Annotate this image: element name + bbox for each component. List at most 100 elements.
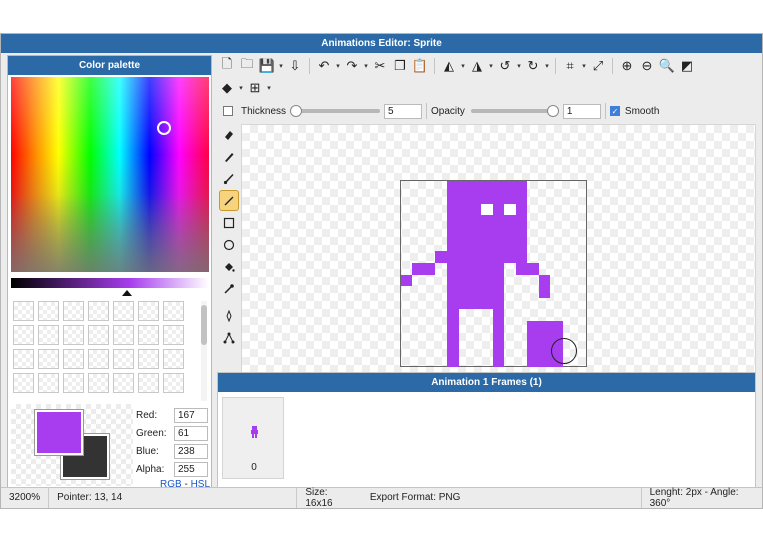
opacity-field[interactable]: 1 — [562, 103, 601, 119]
crop-dropdown-icon[interactable]: ▾ — [580, 62, 588, 70]
swatch[interactable] — [138, 325, 159, 345]
rotate-cw-dropdown-icon[interactable]: ▾ — [543, 62, 551, 70]
swatch[interactable] — [88, 373, 109, 393]
move-pivot-icon[interactable] — [219, 305, 239, 326]
blue-field[interactable]: 238 — [174, 443, 208, 459]
crop-icon[interactable]: ⌗ — [560, 56, 580, 76]
redo-dropdown-icon[interactable]: ▾ — [362, 62, 370, 70]
swatch[interactable] — [63, 373, 84, 393]
swatch[interactable] — [163, 373, 184, 393]
copy-icon[interactable]: ❐ — [390, 56, 410, 76]
swatch[interactable] — [163, 349, 184, 369]
rotate-ccw-dropdown-icon[interactable]: ▾ — [515, 62, 523, 70]
swatch[interactable] — [138, 349, 159, 369]
thickness-checkbox[interactable] — [223, 106, 233, 116]
swatch[interactable] — [38, 373, 59, 393]
eyedropper-icon[interactable] — [219, 278, 239, 299]
frames-title: Animation 1 Frames (1) — [218, 373, 755, 392]
save-icon[interactable]: 💾 — [257, 56, 277, 76]
pencil-icon[interactable] — [219, 146, 239, 167]
options-separator — [426, 103, 428, 119]
flip-horizontal-icon[interactable]: ◭ — [439, 56, 459, 76]
window-title: Animations Editor: Sprite — [1, 34, 762, 53]
luminance-slider[interactable] — [11, 278, 209, 288]
thickness-field[interactable]: 5 — [384, 103, 423, 119]
resize-icon[interactable]: ⤢ — [588, 56, 608, 76]
swatch[interactable] — [113, 349, 134, 369]
cut-icon[interactable]: ✂ — [370, 56, 390, 76]
main-toolbar: 🗋 🗀 💾 ▾ ⇩ ↶ ▾ ↷ ▾ ✂ ❐ 📋 ◭ ▾ ◮ ▾ ↺ ▾ ↻ ▾ … — [217, 55, 757, 99]
flip-vertical-dropdown-icon[interactable]: ▾ — [487, 62, 495, 70]
green-field[interactable]: 61 — [174, 425, 208, 441]
swatch[interactable] — [63, 325, 84, 345]
alpha-field[interactable]: 255 — [174, 461, 208, 477]
swatch[interactable] — [88, 349, 109, 369]
undo-icon[interactable]: ↶ — [314, 56, 334, 76]
sprite-canvas[interactable] — [400, 180, 587, 367]
drawing-canvas[interactable] — [241, 124, 756, 386]
luminance-slider-handle[interactable] — [122, 290, 132, 296]
line-tool-icon[interactable] — [219, 190, 239, 211]
animations-editor-window: Animations Editor: Sprite Color palette … — [0, 33, 763, 509]
swatch[interactable] — [13, 349, 34, 369]
flip-horizontal-dropdown-icon[interactable]: ▾ — [459, 62, 467, 70]
zoom-fit-icon[interactable]: 🔍 — [657, 56, 677, 76]
layers-icon[interactable]: ◆ — [217, 78, 237, 98]
swatch[interactable] — [138, 373, 159, 393]
zoom-in-icon[interactable]: ⊕ — [617, 56, 637, 76]
zoom-out-icon[interactable]: ⊖ — [637, 56, 657, 76]
swatch[interactable] — [113, 301, 134, 321]
redo-icon[interactable]: ↷ — [342, 56, 362, 76]
brush-icon[interactable] — [219, 168, 239, 189]
new-file-icon[interactable]: 🗋 — [217, 56, 237, 76]
swatch[interactable] — [63, 349, 84, 369]
opacity-slider[interactable] — [470, 105, 559, 117]
ellipse-icon[interactable] — [219, 234, 239, 255]
grid-dropdown-icon[interactable]: ▾ — [265, 84, 273, 92]
swatch[interactable] — [163, 325, 184, 345]
swatch-scrollbar-thumb[interactable] — [201, 305, 207, 345]
undo-dropdown-icon[interactable]: ▾ — [334, 62, 342, 70]
frame-number: 0 — [251, 462, 257, 473]
invert-icon[interactable]: ◩ — [677, 56, 697, 76]
smooth-checkbox[interactable]: ✓ — [609, 106, 620, 116]
opacity-slider-knob[interactable] — [546, 105, 559, 117]
swatch[interactable] — [88, 325, 109, 345]
foreground-color-swatch[interactable] — [34, 409, 84, 456]
swatch[interactable] — [88, 301, 109, 321]
swatch[interactable] — [113, 373, 134, 393]
frame-preview-sprite — [251, 426, 258, 438]
frame-thumbnail[interactable]: 0 — [222, 397, 284, 479]
swatch[interactable] — [38, 349, 59, 369]
swatch[interactable] — [38, 301, 59, 321]
swatch-scrollbar[interactable] — [201, 301, 207, 401]
eraser-icon[interactable] — [219, 124, 239, 145]
red-field[interactable]: 167 — [174, 407, 208, 423]
fill-bucket-icon[interactable] — [219, 256, 239, 277]
sprite-eye-right — [504, 204, 516, 215]
swatch[interactable] — [13, 325, 34, 345]
swatch[interactable] — [13, 373, 34, 393]
swatch[interactable] — [113, 325, 134, 345]
thickness-slider-knob[interactable] — [290, 105, 303, 117]
export-icon[interactable]: ⇩ — [285, 56, 305, 76]
grid-icon[interactable]: ⊞ — [245, 78, 265, 98]
color-picker-ring[interactable] — [157, 121, 171, 135]
open-folder-icon[interactable]: 🗀 — [237, 56, 257, 76]
brush-cursor — [551, 338, 577, 364]
swatch[interactable] — [163, 301, 184, 321]
save-dropdown-icon[interactable]: ▾ — [277, 62, 285, 70]
layers-dropdown-icon[interactable]: ▾ — [237, 84, 245, 92]
color-spectrum[interactable] — [11, 77, 209, 272]
thickness-slider[interactable] — [290, 105, 381, 117]
swatch[interactable] — [138, 301, 159, 321]
swatch[interactable] — [13, 301, 34, 321]
rotate-ccw-icon[interactable]: ↺ — [495, 56, 515, 76]
swatch[interactable] — [38, 325, 59, 345]
flip-vertical-icon[interactable]: ◮ — [467, 56, 487, 76]
rotate-cw-icon[interactable]: ↻ — [523, 56, 543, 76]
paste-icon[interactable]: 📋 — [410, 56, 430, 76]
rectangle-icon[interactable] — [219, 212, 239, 233]
swatch[interactable] — [63, 301, 84, 321]
node-tool-icon[interactable] — [219, 327, 239, 348]
